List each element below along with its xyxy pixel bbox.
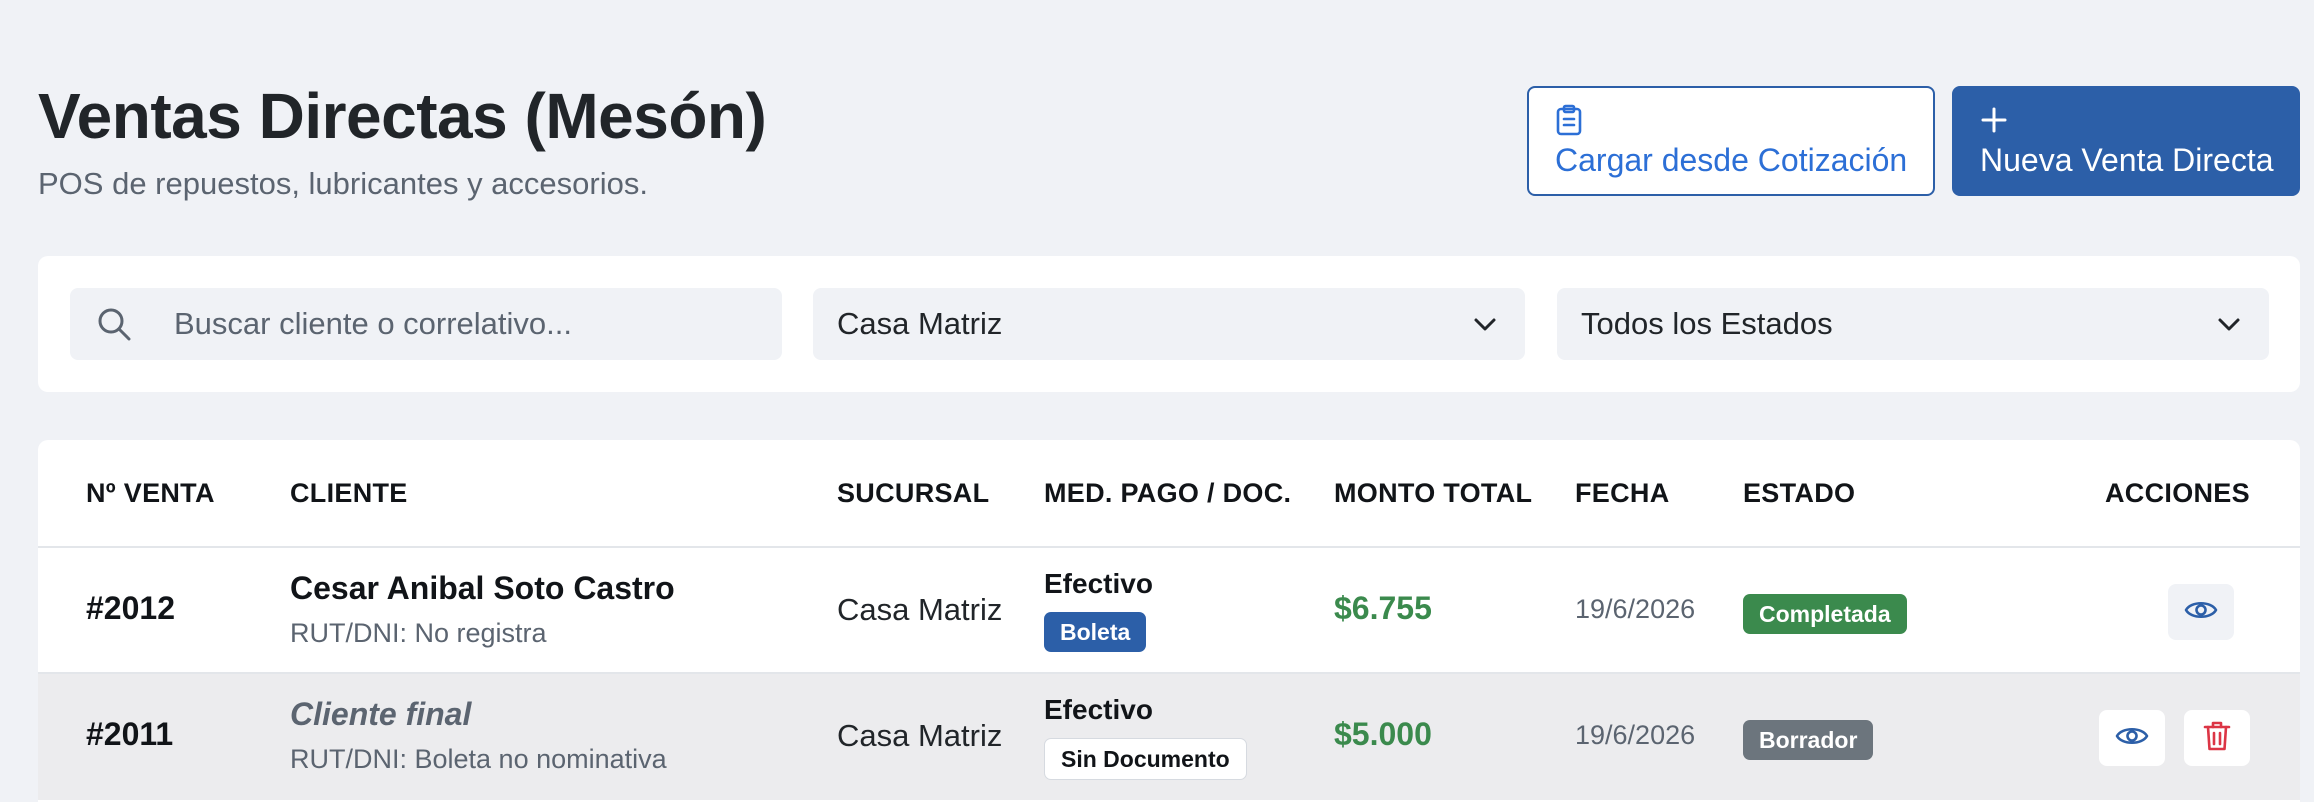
document-type: Boleta [1044,612,1147,652]
new-direct-sale-button[interactable]: Nueva Venta Directa [1952,86,2300,196]
delete-button[interactable] [2184,710,2250,766]
page: Ventas Directas (Mesón) POS de repuestos… [0,0,2314,802]
sale-date: 19/6/2026 [1575,594,1696,624]
page-subtitle: POS de repuestos, lubricantes y accesori… [38,166,648,201]
branch-select-value: Casa Matriz [837,306,1003,341]
client-name: Cliente final [290,696,472,732]
table-row[interactable]: #2011 Cliente final RUT/DNI: Boleta no n… [38,674,2300,800]
branch-name: Casa Matriz [837,592,1003,627]
trash-icon [2203,720,2231,757]
view-button[interactable] [2168,584,2234,640]
total-amount: $6.755 [1334,590,1432,626]
column-header-client[interactable]: CLIENTE [290,478,408,509]
clipboard-icon [1555,102,1583,138]
document-type: Sin Documento [1044,738,1247,780]
eye-icon [2115,723,2149,754]
plus-icon [1980,102,2008,138]
table-row[interactable]: #2012 Cesar Anibal Soto Castro RUT/DNI: … [38,548,2300,674]
branch-select[interactable]: Casa Matriz [813,288,1525,360]
load-from-quote-button[interactable]: Cargar desde Cotización [1527,86,1935,196]
new-direct-sale-label: Nueva Venta Directa [1980,142,2274,178]
table-header: Nº VENTA CLIENTE SUCURSAL MED. PAGO / DO… [38,440,2300,548]
search-input[interactable] [174,288,764,360]
total-amount: $5.000 [1334,716,1432,752]
status-badge: Completada [1743,594,1907,634]
branch-name: Casa Matriz [837,718,1003,753]
status-badge: Borrador [1743,720,1874,760]
load-from-quote-label: Cargar desde Cotización [1555,142,1908,178]
sale-number: #2012 [86,590,175,626]
column-header-date[interactable]: FECHA [1575,478,1670,509]
status-cell: Completada [1743,594,1907,634]
column-header-actions: ACCIONES [2105,478,2250,508]
client-rut: RUT/DNI: Boleta no nominativa [290,744,667,774]
filter-bar: Casa Matriz Todos los Estados [38,256,2300,392]
page-header: Ventas Directas (Mesón) POS de repuestos… [38,78,767,204]
view-button[interactable] [2099,710,2165,766]
sale-date: 19/6/2026 [1575,720,1696,750]
column-header-amount[interactable]: MONTO TOTAL [1334,478,1532,509]
page-title: Ventas Directas (Mesón) [38,80,767,152]
status-cell: Borrador [1743,720,1874,760]
client-rut: RUT/DNI: No registra [290,618,547,648]
client-name: Cesar Anibal Soto Castro [290,570,675,606]
search-icon [96,306,132,350]
chevron-down-icon [1471,310,1499,346]
status-select[interactable]: Todos los Estados [1557,288,2269,360]
payment-method: Efectivo [1044,568,1153,599]
document-badge: Boleta [1044,612,1147,652]
payment-method: Efectivo [1044,694,1153,725]
column-header-number[interactable]: Nº VENTA [86,478,215,509]
document-badge: Sin Documento [1044,738,1247,780]
column-header-branch[interactable]: SUCURSAL [837,478,989,509]
sale-number: #2011 [86,716,174,752]
chevron-down-icon [2215,310,2243,346]
column-header-payment[interactable]: MED. PAGO / DOC. [1044,478,1291,509]
sales-table: Nº VENTA CLIENTE SUCURSAL MED. PAGO / DO… [38,440,2300,802]
search-field[interactable] [70,288,782,360]
column-header-status[interactable]: ESTADO [1743,478,1855,509]
eye-icon [2184,597,2218,628]
status-select-value: Todos los Estados [1581,306,1833,341]
